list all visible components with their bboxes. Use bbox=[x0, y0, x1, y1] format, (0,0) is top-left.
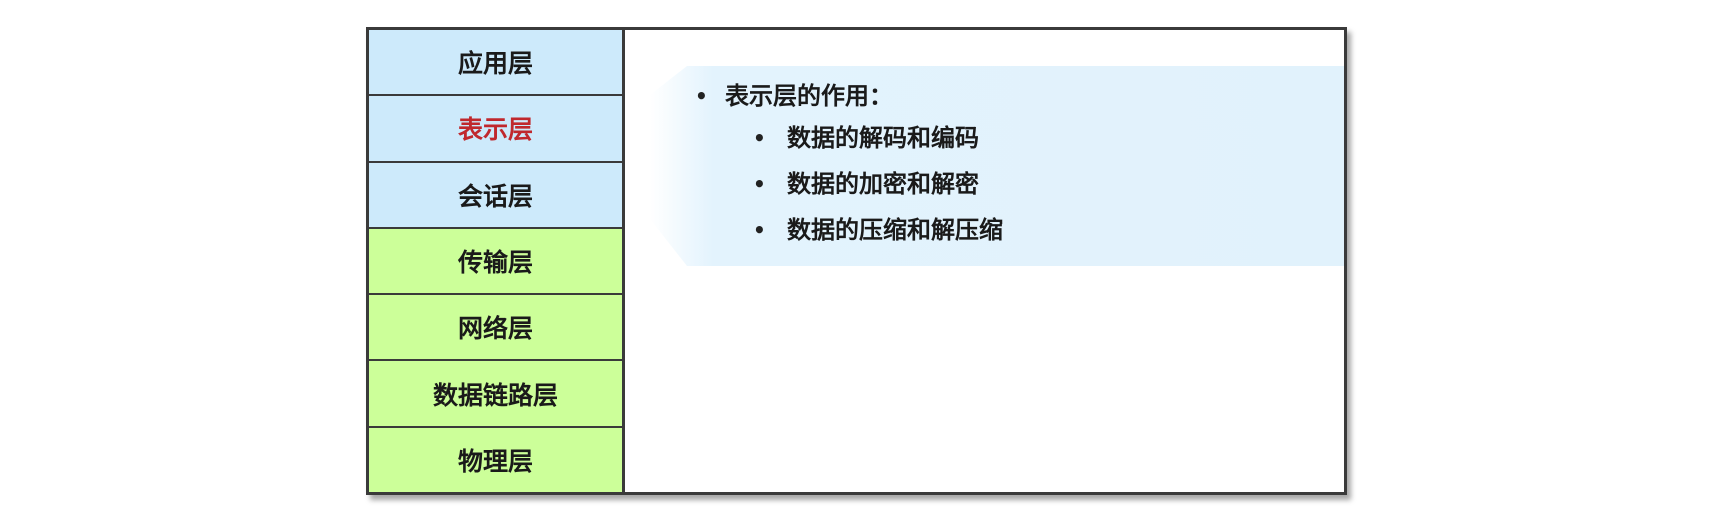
osi-layer-stack: 应用层 表示层 会话层 传输层 网络层 数据链路层 物理层 bbox=[369, 30, 625, 492]
layer-network: 网络层 bbox=[369, 295, 622, 362]
callout-item-compression: 数据的压缩和解压缩 bbox=[753, 214, 1003, 246]
layer-data-link: 数据链路层 bbox=[369, 361, 622, 428]
callout-heading: 表示层的作用： bbox=[695, 80, 1003, 112]
callout-item-encoding: 数据的解码和编码 bbox=[753, 122, 1003, 154]
layer-session: 会话层 bbox=[369, 162, 622, 229]
layer-presentation: 表示层 bbox=[369, 96, 622, 163]
callout-item-encryption: 数据的加密和解密 bbox=[753, 168, 1003, 200]
presentation-layer-callout: 表示层的作用： 数据的解码和编码 数据的加密和解密 数据的压缩和解压缩 bbox=[625, 30, 1344, 492]
callout-sublist: 数据的解码和编码 数据的加密和解密 数据的压缩和解压缩 bbox=[753, 122, 1003, 246]
callout-list: 表示层的作用： 数据的解码和编码 数据的加密和解密 数据的压缩和解压缩 bbox=[695, 80, 1003, 260]
layer-physical: 物理层 bbox=[369, 427, 622, 492]
layer-transport: 传输层 bbox=[369, 228, 622, 296]
osi-diagram-frame: 应用层 表示层 会话层 传输层 网络层 数据链路层 物理层 表示层的作用： 数据… bbox=[366, 27, 1347, 495]
layer-application: 应用层 bbox=[369, 30, 622, 97]
callout-sublist-wrapper: 数据的解码和编码 数据的加密和解密 数据的压缩和解压缩 bbox=[695, 122, 1003, 246]
